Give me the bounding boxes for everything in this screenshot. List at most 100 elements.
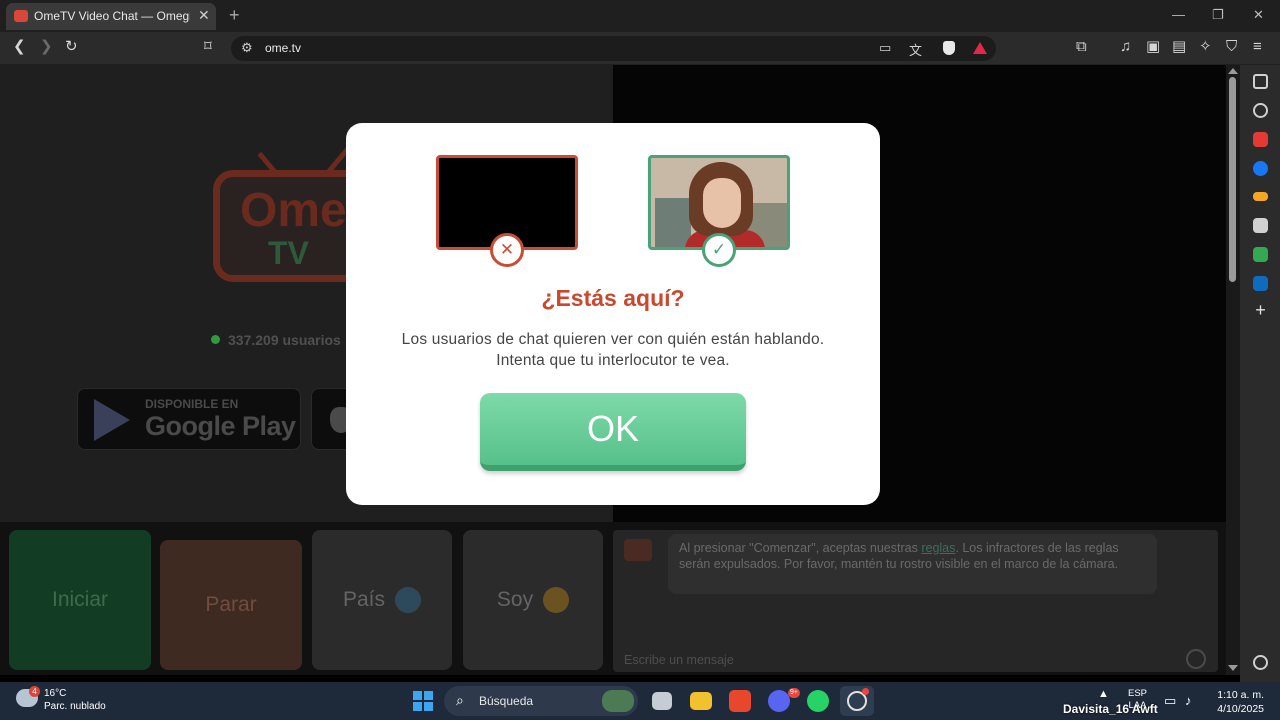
address-bar[interactable]: ⚙ ome.tv ▭ 文: [231, 36, 996, 61]
wallet-icon[interactable]: ▤: [1172, 38, 1186, 56]
logo-text-tv: TV: [268, 235, 309, 271]
google-drive-icon[interactable]: [1253, 247, 1268, 262]
youtube-icon[interactable]: [1253, 132, 1268, 147]
device-icon[interactable]: [1253, 218, 1268, 233]
message-input[interactable]: Escribe un mensaje: [624, 653, 734, 667]
google-play-icon: [94, 399, 130, 441]
forward-icon[interactable]: ❯: [40, 38, 53, 56]
gender-label: Soy: [496, 588, 534, 611]
whatsapp-icon[interactable]: [807, 690, 829, 712]
sidebar-toggle-icon[interactable]: ▣: [1146, 38, 1160, 56]
tab-close-icon[interactable]: ✕: [198, 7, 210, 24]
taskbar-search[interactable]: ⌕ Búsqueda: [444, 686, 638, 716]
cast-icon[interactable]: ▭: [879, 40, 891, 56]
bookmark-icon[interactable]: ⌑: [204, 38, 212, 56]
translate-icon[interactable]: 文: [909, 40, 922, 59]
minimize-button[interactable]: —: [1172, 7, 1185, 22]
clock[interactable]: 1:10 a. m. 4/10/2025: [1210, 688, 1264, 716]
rules-notice: Al presionar "Comenzar", aceptas nuestra…: [668, 534, 1157, 594]
page-scrollbar[interactable]: [1226, 65, 1240, 675]
tab-ometv[interactable]: OmeTV Video Chat — Omegle R ✕: [6, 3, 216, 30]
ok-button[interactable]: OK: [480, 393, 746, 471]
network-icon[interactable]: ▭: [1164, 693, 1176, 709]
windows-start-icon[interactable]: [413, 691, 433, 711]
globe-icon: [395, 587, 422, 613]
tab-title: OmeTV Video Chat — Omegle R: [34, 9, 190, 23]
rules-link[interactable]: reglas: [921, 541, 955, 555]
emoji-icon[interactable]: [1186, 649, 1206, 669]
brave-shield-icon[interactable]: [943, 41, 955, 55]
new-tab-button[interactable]: +: [229, 5, 240, 26]
leo-sidebar-icon[interactable]: [1253, 74, 1268, 89]
stop-button[interactable]: Parar: [160, 540, 302, 670]
online-users: 337.209 usuarios: [211, 332, 341, 348]
modal-text-line: Intenta que tu interlocutor te vea.: [496, 352, 730, 369]
logo-text-ome: Ome: [240, 184, 347, 237]
controls-area: Iniciar Parar País Soy Al presionar "Com…: [0, 522, 1226, 675]
online-count: 337.209 usuarios: [228, 332, 341, 348]
menu-icon[interactable]: ≡: [1253, 38, 1262, 56]
facebook-icon[interactable]: [1253, 161, 1268, 176]
scroll-down-arrow-icon[interactable]: [1228, 665, 1238, 671]
clock-date: 4/10/2025: [1217, 703, 1264, 715]
ometv-page: Ome TV 337.209 usuarios DISPONIBLE EN Go…: [0, 65, 1226, 675]
photo-face: [703, 178, 741, 228]
clock-time: 1:10 a. m.: [1217, 689, 1264, 701]
country-label: País: [342, 588, 386, 611]
volume-icon[interactable]: ♪: [1185, 693, 1192, 708]
start-label: Iniciar: [51, 588, 109, 611]
leo-ai-icon[interactable]: ✧: [1199, 38, 1212, 56]
vpn-icon[interactable]: ⛉: [1226, 38, 1237, 56]
reload-icon[interactable]: ↻: [65, 38, 78, 56]
tray-chevron-icon[interactable]: ▲: [1098, 688, 1109, 700]
browser-sidebar: +: [1240, 65, 1280, 685]
close-window-button[interactable]: ✕: [1253, 7, 1264, 23]
restore-button[interactable]: ❐: [1212, 7, 1224, 23]
brave-rewards-icon[interactable]: [973, 42, 987, 54]
scroll-up-arrow-icon[interactable]: [1228, 68, 1238, 74]
brave-icon[interactable]: [729, 690, 751, 712]
recording-dot-icon: [862, 688, 869, 695]
online-dot-icon: [211, 335, 220, 344]
discord-badge: 9+: [788, 688, 800, 698]
presence-modal: ✕ ✓ ¿Estás aquí? Los usuarios de chat qu…: [346, 123, 880, 505]
chat-panel: Al presionar "Comenzar", aceptas nuestra…: [613, 530, 1218, 672]
windows-taskbar: 4 16°C Parc. nublado ⌕ Búsqueda 9+ Davis…: [0, 682, 1280, 720]
check-icon: ✓: [702, 233, 736, 267]
rules-notice-text: Al presionar "Comenzar", aceptas nuestra…: [679, 541, 922, 555]
search-icon: ⌕: [456, 692, 464, 708]
gender-button[interactable]: Soy: [463, 530, 603, 670]
discord-icon[interactable]: [768, 690, 790, 712]
file-explorer-icon[interactable]: [690, 692, 712, 710]
google-play-small-label: DISPONIBLE EN: [145, 397, 239, 411]
search-highlight-icon: [602, 690, 634, 712]
chatgpt-icon[interactable]: [1253, 103, 1268, 118]
modal-text-line: Los usuarios de chat quieren ver con qui…: [401, 331, 825, 348]
screenshot-icon[interactable]: ⧉: [1076, 38, 1087, 56]
modal-title: ¿Estás aquí?: [541, 285, 685, 311]
google-play-button[interactable]: DISPONIBLE EN Google Play: [77, 388, 301, 450]
start-button[interactable]: Iniciar: [9, 530, 151, 670]
weather-badge: 4: [29, 686, 40, 697]
modal-text: Los usuarios de chat quieren ver con qui…: [346, 329, 880, 371]
country-button[interactable]: País: [312, 530, 452, 670]
ok-label: OK: [586, 408, 639, 449]
scroll-thumb[interactable]: [1229, 77, 1236, 282]
ometv-favicon-icon: [14, 10, 28, 22]
url-text[interactable]: ome.tv: [265, 41, 301, 55]
site-settings-icon[interactable]: ⚙: [241, 40, 253, 56]
outlook-icon[interactable]: [1253, 276, 1268, 291]
face-icon: [543, 587, 570, 613]
weather-description[interactable]: Parc. nublado: [44, 701, 106, 712]
add-panel-icon[interactable]: +: [1253, 301, 1268, 319]
weather-temperature[interactable]: 16°C: [44, 688, 66, 699]
music-icon[interactable]: ♫: [1120, 38, 1131, 56]
sidebar-settings-icon[interactable]: [1253, 655, 1268, 670]
google-play-label: Google Play: [145, 411, 296, 441]
photo-shelf: [655, 198, 691, 247]
task-view-icon[interactable]: [652, 692, 672, 710]
language-indicator[interactable]: ESP LAA: [1128, 688, 1147, 712]
language-code: ESP: [1128, 688, 1148, 699]
infinity-icon[interactable]: [1253, 192, 1268, 201]
back-icon[interactable]: ❮: [13, 38, 26, 56]
